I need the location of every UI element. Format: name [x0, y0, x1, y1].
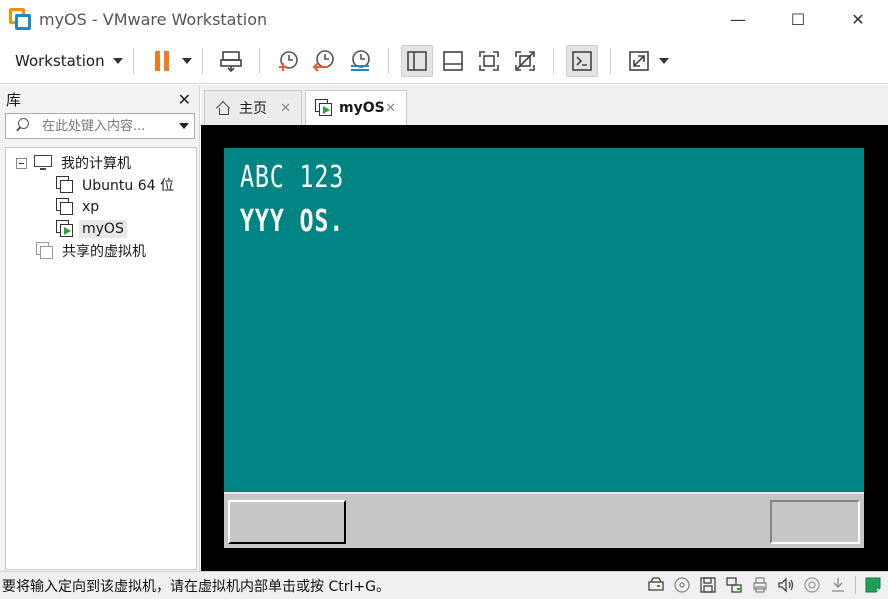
close-button[interactable]: ✕	[828, 0, 888, 38]
cd-dvd-icon[interactable]	[673, 576, 691, 594]
message-log-icon[interactable]	[864, 576, 882, 594]
tab-bar: 主页 ✕ myOS ✕	[201, 85, 888, 125]
pause-button[interactable]	[146, 45, 178, 77]
vmware-app-icon	[9, 8, 31, 30]
show-library-icon	[406, 50, 427, 71]
guest-text-line: YYY OS.	[240, 204, 345, 239]
shared-vms-icon	[36, 242, 54, 260]
tree-item-shared-vms[interactable]: 共享的虚拟机	[36, 240, 149, 262]
tree-item-label: 共享的虚拟机	[62, 244, 146, 260]
snapshot-take-icon	[278, 50, 298, 71]
guest-taskbar	[224, 492, 864, 548]
usb-icon[interactable]	[803, 576, 821, 594]
toolbar-divider	[258, 47, 260, 74]
guest-start-button[interactable]	[228, 500, 346, 544]
library-title: 库	[6, 90, 22, 109]
hard-disk-icon[interactable]	[647, 576, 665, 594]
stretch-guest-icon	[628, 50, 649, 71]
sound-icon[interactable]	[777, 576, 795, 594]
snapshot-manager-button[interactable]	[344, 45, 376, 77]
revert-snapshot-button[interactable]	[308, 45, 340, 77]
library-panel: 库 ✕ 我的计算机 Ubuntu 64 位 xp myOS 共享的虚拟机	[0, 85, 200, 571]
search-input[interactable]	[42, 118, 172, 134]
status-divider	[855, 576, 856, 594]
console-view-icon	[571, 50, 592, 71]
vm-console[interactable]: ABC 123 YYY OS.	[201, 125, 888, 571]
tab-myos[interactable]: myOS ✕	[305, 90, 407, 125]
power-control-group[interactable]	[144, 45, 192, 77]
tree-item-label: myOS	[79, 220, 127, 238]
vm-icon	[56, 176, 74, 194]
library-close-button[interactable]: ✕	[178, 90, 191, 109]
toolbar-divider	[201, 47, 203, 74]
computer-icon	[34, 155, 52, 171]
minimize-button[interactable]: —	[708, 0, 768, 38]
take-snapshot-button[interactable]	[272, 45, 304, 77]
console-view-button[interactable]	[565, 44, 598, 77]
printer-icon[interactable]	[751, 576, 769, 594]
tree-item-label: xp	[82, 199, 100, 215]
tab-label: 主页	[239, 101, 267, 117]
maximize-button[interactable]: ☐	[768, 0, 828, 38]
vm-icon	[56, 198, 74, 216]
download-icon[interactable]	[829, 576, 847, 594]
network-adapter-icon[interactable]	[725, 576, 743, 594]
search-icon	[14, 118, 30, 134]
full-screen-button[interactable]	[473, 45, 505, 77]
pause-icon	[154, 50, 169, 71]
tree-item-label: 我的计算机	[61, 156, 131, 172]
unity-button[interactable]	[509, 45, 541, 77]
library-tree: 我的计算机 Ubuntu 64 位 xp myOS 共享的虚拟机	[5, 147, 197, 570]
status-message: 要将输入定向到该虚拟机，请在虚拟机内部单击或按 Ctrl+G。	[2, 578, 390, 595]
collapse-icon[interactable]	[16, 157, 27, 169]
status-bar: 要将输入定向到该虚拟机，请在虚拟机内部单击或按 Ctrl+G。	[0, 571, 888, 599]
window-title: myOS - VMware Workstation	[39, 9, 268, 29]
chevron-down-icon	[112, 57, 123, 64]
vm-running-icon	[56, 220, 74, 238]
thumbnail-bar-button[interactable]	[437, 45, 469, 77]
tab-home[interactable]: 主页 ✕	[204, 90, 302, 125]
stretch-guest-button[interactable]	[623, 45, 655, 77]
snapshot-manager-icon	[350, 49, 370, 71]
snapshot-revert-icon	[312, 49, 334, 72]
tab-close-button[interactable]: ✕	[385, 101, 396, 116]
tree-item-vm[interactable]: Ubuntu 64 位	[56, 174, 177, 196]
tree-item-vm[interactable]: xp	[56, 196, 102, 218]
send-ctrl-alt-del-button[interactable]	[215, 45, 247, 77]
tree-item-vm-running[interactable]: myOS	[56, 218, 127, 240]
floppy-icon[interactable]	[699, 576, 717, 594]
guest-screen[interactable]: ABC 123 YYY OS.	[224, 148, 864, 548]
workstation-menu-label: Workstation	[15, 51, 105, 70]
tree-item-my-computer[interactable]: 我的计算机	[16, 152, 134, 174]
guest-tray	[770, 500, 860, 544]
workstation-menu[interactable]: Workstation	[15, 45, 123, 77]
show-library-button[interactable]	[400, 44, 433, 77]
library-search[interactable]	[5, 113, 195, 139]
vm-running-icon	[315, 99, 333, 117]
title-bar: myOS - VMware Workstation — ☐ ✕	[0, 0, 888, 38]
toolbar-divider	[609, 47, 611, 74]
device-icons	[639, 576, 882, 594]
toolbar-divider	[552, 47, 554, 74]
send-ctrl-alt-del-icon	[219, 50, 242, 72]
guest-text-line: ABC 123	[240, 160, 345, 195]
tree-item-label: Ubuntu 64 位	[82, 178, 174, 194]
library-header: 库 ✕	[0, 85, 199, 113]
tab-close-button[interactable]: ✕	[280, 101, 291, 116]
chevron-down-icon[interactable]	[658, 57, 669, 64]
chevron-down-icon[interactable]	[181, 57, 192, 64]
chevron-down-icon[interactable]	[179, 123, 189, 129]
toolbar: Workstation	[0, 38, 888, 84]
unity-icon	[514, 50, 535, 71]
home-icon	[215, 100, 232, 116]
toolbar-divider	[132, 47, 134, 74]
thumbnail-bar-icon	[442, 50, 463, 71]
toolbar-divider	[387, 47, 389, 74]
window-controls: — ☐ ✕	[708, 0, 888, 38]
tab-label: myOS	[339, 100, 385, 116]
full-screen-icon	[478, 50, 499, 71]
